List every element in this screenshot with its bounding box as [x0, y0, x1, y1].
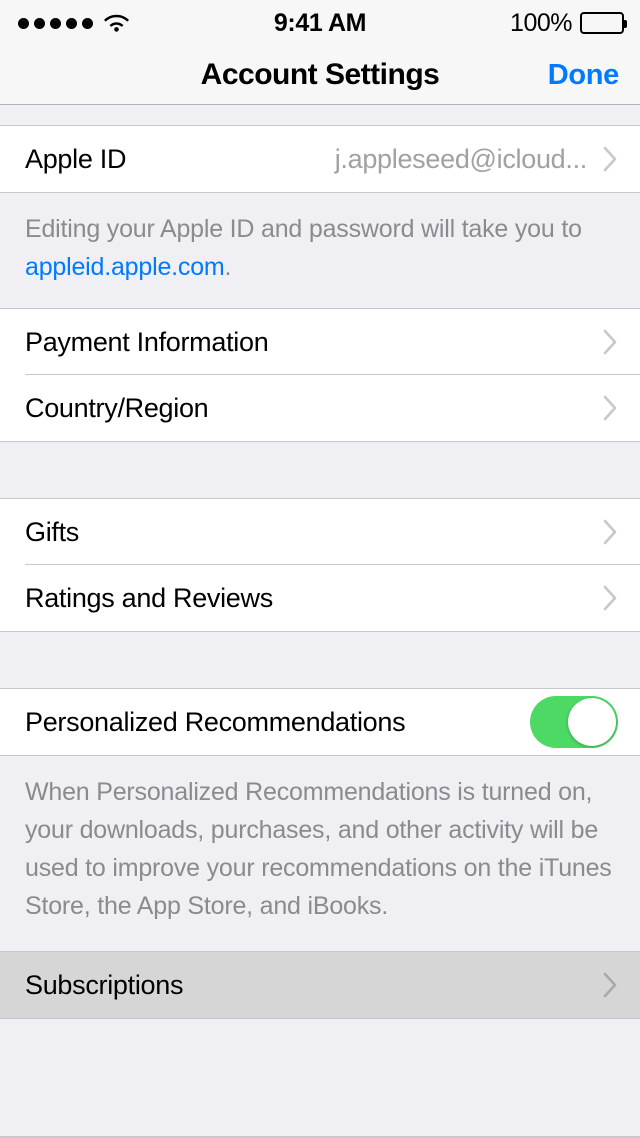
navigation-bar: Account Settings Done [0, 46, 640, 105]
row-personalized-recommendations[interactable]: Personalized Recommendations [0, 689, 640, 755]
footer-apple-id-text-after: . [225, 253, 232, 281]
section-store-activity: Gifts Ratings and Reviews [0, 498, 640, 632]
row-label-subscriptions: Subscriptions [25, 970, 183, 1001]
row-apple-id[interactable]: Apple ID j.appleseed@icloud... [0, 126, 640, 192]
row-label-gifts: Gifts [25, 517, 79, 548]
chevron-right-icon [603, 519, 618, 545]
section-account-details: Payment Information Country/Region [0, 308, 640, 442]
status-bar: 9:41 AM 100% [0, 0, 640, 46]
toggle-knob [568, 698, 616, 746]
row-subscriptions[interactable]: Subscriptions [0, 952, 640, 1018]
battery-percentage: 100% [510, 9, 572, 38]
section-subscriptions: Subscriptions [0, 951, 640, 1019]
section-personalized-recommendations: Personalized Recommendations [0, 688, 640, 756]
section-apple-id: Apple ID j.appleseed@icloud... [0, 125, 640, 193]
wifi-icon [104, 14, 129, 32]
row-value-apple-id: j.appleseed@icloud... [335, 144, 587, 175]
table-bottom-spacer [0, 1019, 640, 1081]
row-label-country-region: Country/Region [25, 393, 208, 424]
row-payment-information[interactable]: Payment Information [0, 309, 640, 375]
appleid-apple-com-link[interactable]: appleid.apple.com [25, 253, 225, 281]
status-bar-right: 100% [510, 0, 624, 46]
table-top-spacer [0, 105, 640, 125]
footer-personalized-recommendations: When Personalized Recommendations is tur… [0, 756, 640, 951]
page-title: Account Settings [0, 46, 640, 104]
row-label-ratings-and-reviews: Ratings and Reviews [25, 583, 273, 614]
row-label-apple-id: Apple ID [25, 144, 126, 175]
battery-full-icon [580, 12, 624, 34]
chevron-right-icon [603, 329, 618, 355]
row-gifts[interactable]: Gifts [0, 499, 640, 565]
chevron-right-icon [603, 585, 618, 611]
personalized-recommendations-toggle[interactable] [530, 696, 618, 748]
chevron-right-icon [603, 972, 618, 998]
chevron-right-icon [603, 395, 618, 421]
row-country-region[interactable]: Country/Region [0, 375, 640, 441]
footer-apple-id-text-before: Editing your Apple ID and password will … [25, 215, 582, 243]
row-label-personalized-recommendations: Personalized Recommendations [25, 707, 405, 738]
settings-table: Apple ID j.appleseed@icloud... Editing y… [0, 105, 640, 1081]
status-bar-left [18, 14, 129, 32]
section-spacer-1 [0, 442, 640, 498]
chevron-right-icon [603, 146, 618, 172]
row-ratings-and-reviews[interactable]: Ratings and Reviews [0, 565, 640, 631]
cellular-signal-icon [18, 18, 93, 29]
section-spacer-2 [0, 632, 640, 688]
row-label-payment-information: Payment Information [25, 327, 268, 358]
done-button[interactable]: Done [548, 46, 619, 104]
footer-apple-id: Editing your Apple ID and password will … [0, 193, 640, 308]
